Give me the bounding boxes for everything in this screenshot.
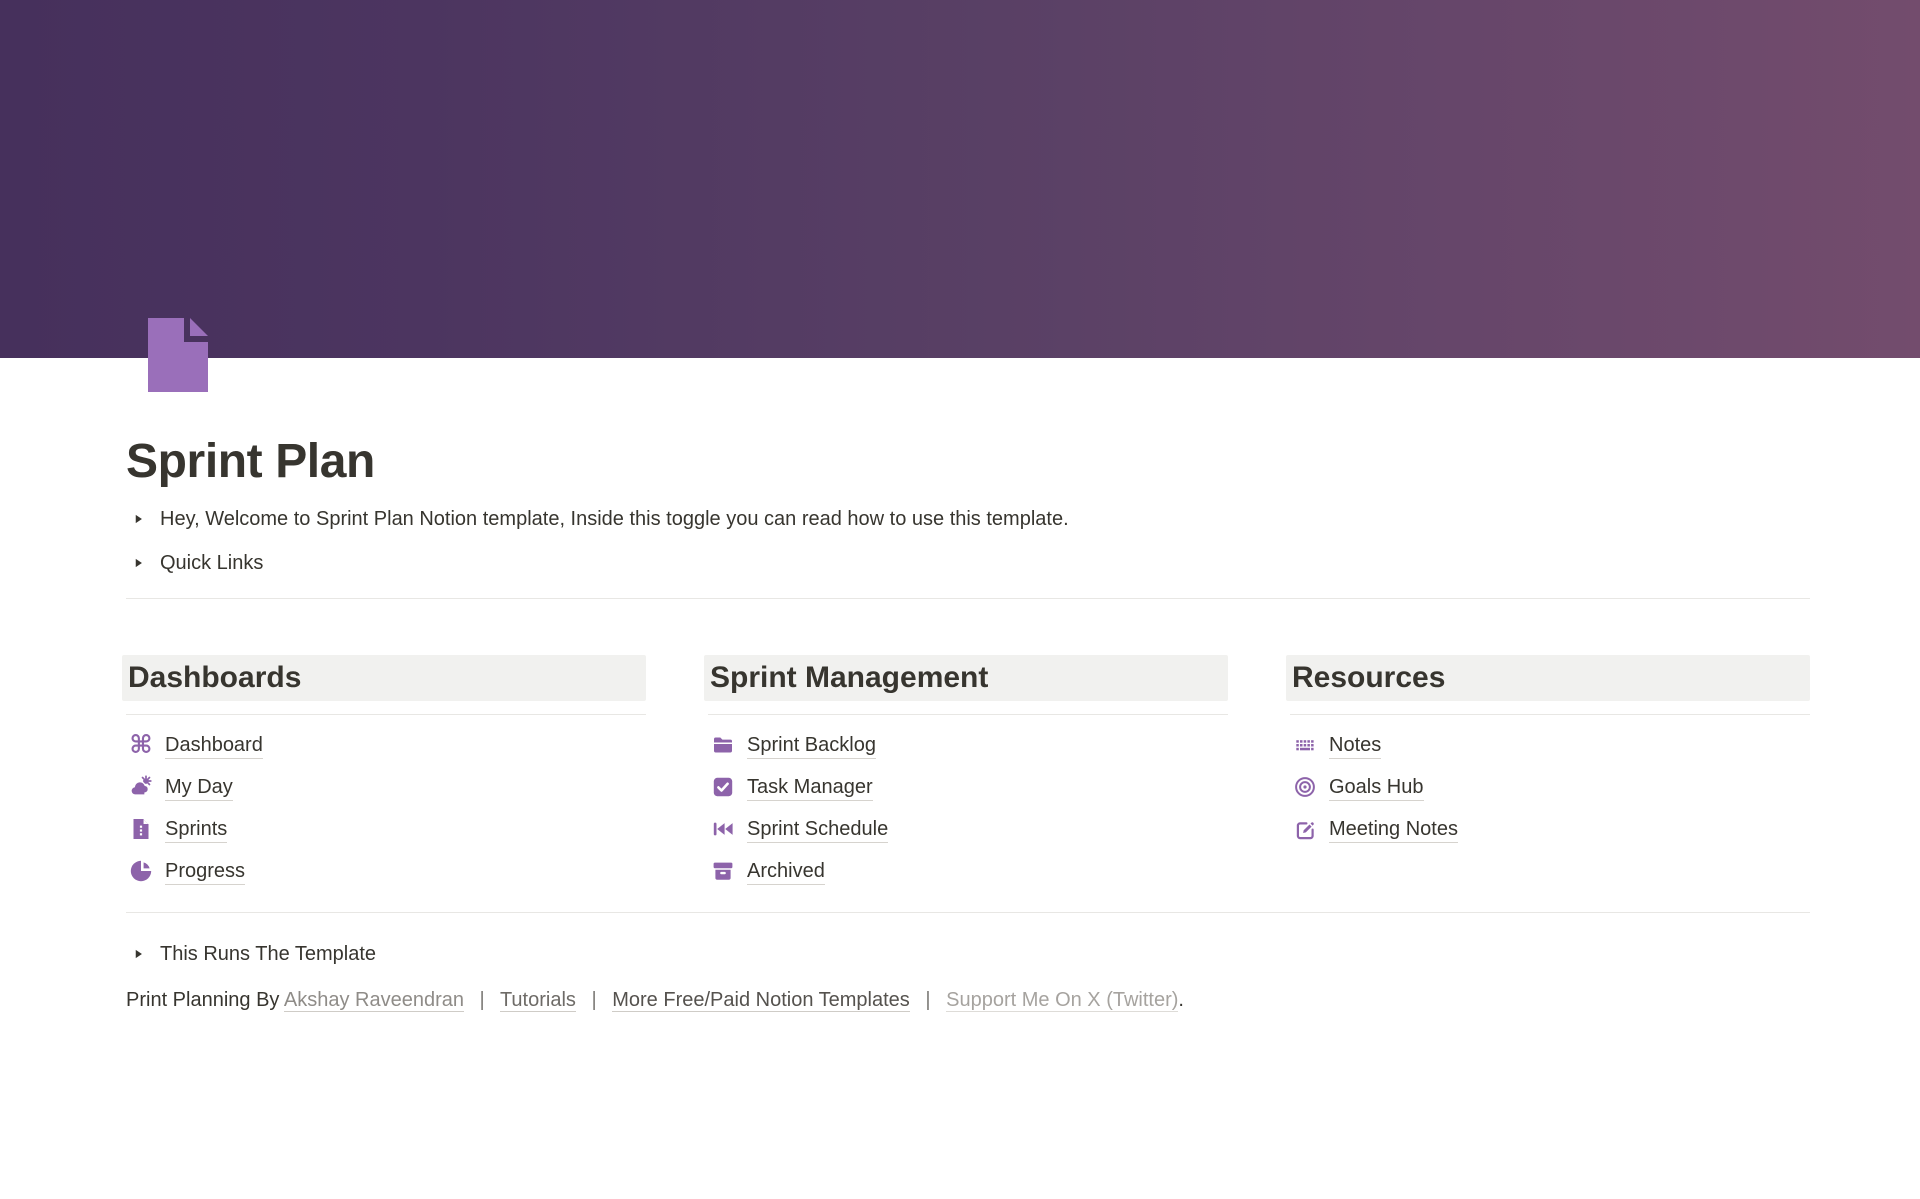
separator: | <box>925 989 930 1011</box>
keyboard-icon <box>1293 733 1317 757</box>
toggle-quick-links[interactable]: Quick Links <box>126 548 1810 578</box>
command-icon: ⌘ <box>129 733 153 757</box>
page-link-goals-hub[interactable]: Goals Hub <box>1290 766 1810 808</box>
bottom-section: This Runs The Template Print Planning By… <box>126 939 1810 1015</box>
page-link-label[interactable]: Sprint Schedule <box>747 816 888 843</box>
column-resources: Resources Notes <box>1290 655 1810 892</box>
page-link-label[interactable]: Notes <box>1329 732 1381 759</box>
toggle-welcome[interactable]: Hey, Welcome to Sprint Plan Notion templ… <box>126 504 1810 534</box>
page-link-label[interactable]: Progress <box>165 858 245 885</box>
page-link-label[interactable]: Archived <box>747 858 825 885</box>
page-link-label[interactable]: Task Manager <box>747 774 873 801</box>
column-dashboards: Dashboards ⌘ Dashboard <box>126 655 646 892</box>
document-icon <box>129 817 153 841</box>
column-header-sprint-management: Sprint Management <box>704 655 1228 701</box>
page-link-sprint-backlog[interactable]: Sprint Backlog <box>708 724 1228 766</box>
credits-line: Print Planning By Akshay Raveendran | Tu… <box>126 985 1810 1015</box>
page-link-label[interactable]: Sprints <box>165 816 227 843</box>
sun-behind-cloud-icon <box>129 775 153 799</box>
page-link-label[interactable]: Meeting Notes <box>1329 816 1458 843</box>
divider <box>1290 714 1810 715</box>
document-page-icon <box>146 316 210 394</box>
toggle-runs-template[interactable]: This Runs The Template <box>126 939 1810 969</box>
checkbox-checked-icon <box>711 775 735 799</box>
column-header-label: Resources <box>1292 661 1802 695</box>
page-content: Sprint Plan Hey, Welcome to Sprint Plan … <box>0 358 1920 1015</box>
separator: | <box>591 989 596 1011</box>
page-link-archived[interactable]: Archived <box>708 850 1228 892</box>
page-link-progress[interactable]: Progress <box>126 850 646 892</box>
toggle-triangle-icon[interactable] <box>126 557 150 569</box>
divider <box>708 714 1228 715</box>
page-icon[interactable] <box>146 316 210 394</box>
toggle-runs-template-label: This Runs The Template <box>160 939 376 969</box>
page-link-label[interactable]: Dashboard <box>165 732 263 759</box>
page-link-my-day[interactable]: My Day <box>126 766 646 808</box>
page-link-label[interactable]: My Day <box>165 774 233 801</box>
column-header-label: Sprint Management <box>710 661 1220 695</box>
page-link-label[interactable]: Sprint Backlog <box>747 732 876 759</box>
link-columns: Dashboards ⌘ Dashboard <box>126 655 1810 892</box>
pie-chart-icon <box>129 859 153 883</box>
folder-icon <box>711 733 735 757</box>
toggle-welcome-label: Hey, Welcome to Sprint Plan Notion templ… <box>160 504 1069 534</box>
credits-suffix: . <box>1178 989 1184 1011</box>
page-link-sprints[interactable]: Sprints <box>126 808 646 850</box>
page-link-sprint-schedule[interactable]: Sprint Schedule <box>708 808 1228 850</box>
page-link-dashboard[interactable]: ⌘ Dashboard <box>126 724 646 766</box>
toggle-triangle-icon[interactable] <box>126 948 150 960</box>
page-link-label[interactable]: Goals Hub <box>1329 774 1424 801</box>
separator: | <box>480 989 485 1011</box>
toggle-quick-links-label: Quick Links <box>160 548 263 578</box>
toggle-triangle-icon[interactable] <box>126 513 150 525</box>
author-link[interactable]: Akshay Raveendran <box>284 989 464 1012</box>
page-link-meeting-notes[interactable]: Meeting Notes <box>1290 808 1810 850</box>
support-link[interactable]: Support Me On X (Twitter) <box>946 989 1178 1012</box>
edit-icon <box>1293 817 1317 841</box>
divider <box>126 598 1810 599</box>
divider <box>126 912 1810 913</box>
column-header-dashboards: Dashboards <box>122 655 646 701</box>
more-templates-link[interactable]: More Free/Paid Notion Templates <box>612 989 910 1012</box>
page-link-notes[interactable]: Notes <box>1290 724 1810 766</box>
page-link-task-manager[interactable]: Task Manager <box>708 766 1228 808</box>
credits-prefix: Print Planning By <box>126 989 279 1011</box>
column-header-resources: Resources <box>1286 655 1810 701</box>
column-header-label: Dashboards <box>128 661 638 695</box>
column-sprint-management: Sprint Management Sprint Backlog <box>708 655 1228 892</box>
tutorials-link[interactable]: Tutorials <box>500 989 576 1012</box>
archive-box-icon <box>711 859 735 883</box>
cover-image <box>0 0 1920 358</box>
divider <box>126 714 646 715</box>
target-icon <box>1293 775 1317 799</box>
skip-back-icon <box>711 817 735 841</box>
page-title: Sprint Plan <box>126 358 1810 488</box>
